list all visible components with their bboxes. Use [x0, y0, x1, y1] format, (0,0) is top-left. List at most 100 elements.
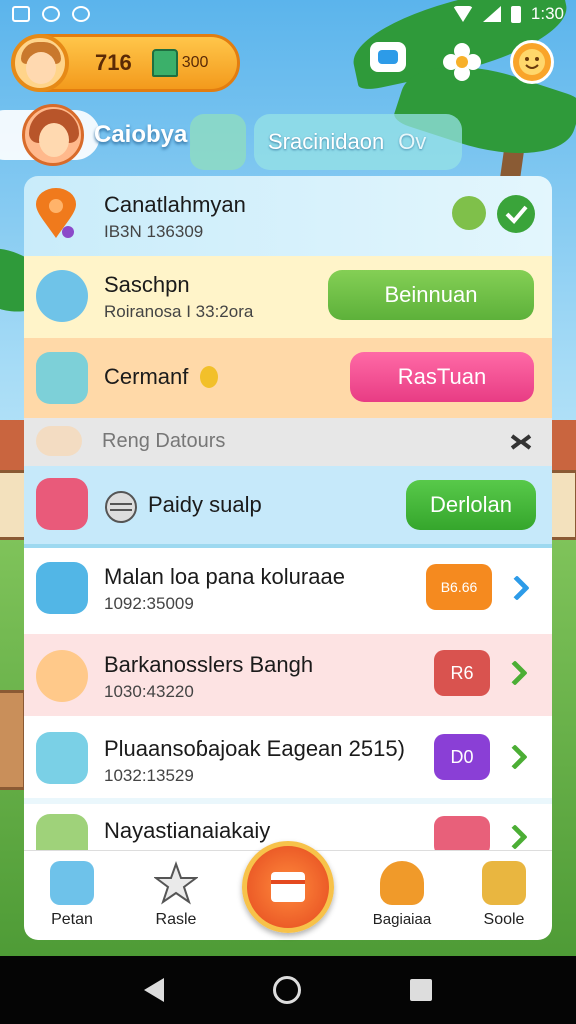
- system-nav-bar: [0, 956, 576, 1024]
- chat-icon: [378, 50, 398, 64]
- item-subtitle: IB3N 136309: [104, 222, 204, 241]
- settings-icon: [42, 6, 60, 22]
- house: [0, 690, 26, 790]
- playground-icon: [36, 732, 88, 784]
- item-title: Saschpn: [104, 272, 190, 297]
- chevron-right-icon[interactable]: [502, 824, 528, 850]
- list-item[interactable]: Malan loa pana koluraae 1092:35009 B6.66: [24, 548, 552, 628]
- gem-count: 300: [181, 54, 209, 71]
- bottom-nav: Petan Rasle Bagiaiaa Soole: [24, 841, 552, 940]
- nav-item-soole[interactable]: Soole: [464, 861, 544, 929]
- tab-button[interactable]: [190, 114, 246, 170]
- item-subtitle: 1030:43220: [104, 682, 194, 701]
- badge-label: R6: [450, 662, 474, 683]
- check-icon[interactable]: [496, 194, 536, 234]
- recent-apps-icon[interactable]: [409, 979, 432, 1001]
- item-title: Canatlahmyan: [104, 192, 246, 217]
- nav-item-rasle[interactable]: Rasle: [136, 861, 216, 929]
- nav-label: Rasle: [155, 911, 197, 928]
- currency-hud[interactable]: 716 300: [11, 34, 240, 92]
- nav-item-bagiaiaa[interactable]: Bagiaiaa: [362, 861, 442, 928]
- character-icon: [452, 196, 486, 230]
- flower-icon: [443, 43, 481, 81]
- price-badge[interactable]: R6: [434, 650, 490, 696]
- flower-button[interactable]: [442, 42, 482, 82]
- battery-icon: [510, 5, 521, 23]
- character-icon: [36, 650, 88, 702]
- game-icon: [36, 478, 88, 530]
- chevron-right-icon[interactable]: [502, 660, 528, 686]
- chevron-right-icon[interactable]: [504, 575, 530, 601]
- item-title: Nayastianaiakaiy: [104, 818, 271, 843]
- item-title: Barkanosslers Bangh: [104, 652, 314, 677]
- action-button[interactable]: Derlolan: [406, 480, 536, 530]
- character-icon: [36, 270, 88, 322]
- center-action-button[interactable]: [242, 841, 334, 933]
- heart-icon: [36, 562, 88, 614]
- back-icon[interactable]: [144, 978, 165, 1002]
- action-button[interactable]: RasTuan: [350, 352, 534, 402]
- item-title: Cermanf: [104, 364, 189, 389]
- character-icon: [380, 861, 424, 905]
- list-item[interactable]: Pluaansoɓajoak Eagean 2515) 1032:13529 D…: [24, 716, 552, 798]
- notification-icons: [12, 6, 90, 22]
- badge-icon: [200, 366, 218, 388]
- map-pin-icon: [36, 188, 76, 238]
- link-icon[interactable]: [508, 430, 534, 454]
- section-title: Reng Datours: [102, 430, 226, 452]
- price-badge[interactable]: B6.66: [426, 564, 492, 610]
- main-panel: Canatlahmyan IB3N 136309 Saschpn Roirano…: [24, 176, 552, 940]
- coin-count: 716: [95, 50, 132, 75]
- cloud-icon: [36, 426, 82, 456]
- item-title: Paidy sualp: [148, 492, 262, 517]
- nav-label: Bagiaiaa: [372, 911, 432, 928]
- search-extra: Ov: [398, 129, 427, 154]
- list-item[interactable]: Saschpn Roiranosa I 33:2ora Beinnuan: [24, 256, 552, 338]
- item-title: Pluaansoɓajoak Eagean 2515): [104, 736, 405, 761]
- list-item[interactable]: Canatlahmyan IB3N 136309: [24, 176, 552, 256]
- nav-item-petan[interactable]: Petan: [32, 861, 112, 929]
- list-item[interactable]: Cermanf RasTuan: [24, 338, 552, 418]
- price-badge[interactable]: D0: [434, 734, 490, 780]
- player-avatar[interactable]: [11, 34, 69, 92]
- item-subtitle: 1092:35009: [104, 594, 194, 613]
- badge-label: D0: [450, 746, 474, 767]
- profile-row: Caiobya: [22, 104, 187, 166]
- chat-button[interactable]: [370, 42, 406, 72]
- list-item[interactable]: Paidy sualp Derlolan: [24, 466, 552, 544]
- profile-button[interactable]: [510, 40, 554, 84]
- globe-icon: [105, 491, 137, 523]
- signal-icon: [482, 6, 501, 22]
- list-item[interactable]: Barkanosslers Bangh 1030:43220 R6: [24, 628, 552, 716]
- calendar-icon: [271, 872, 305, 902]
- profile-avatar[interactable]: [22, 104, 84, 166]
- profile-name: Caiobya: [94, 121, 188, 148]
- button-label: RasTuan: [397, 364, 487, 389]
- item-title: Malan loa pana koluraae: [104, 564, 345, 589]
- nav-label: Petan: [51, 911, 93, 928]
- badge-label: B6.66: [440, 579, 478, 595]
- button-label: Derlolan: [430, 492, 512, 517]
- search-text: Sracinidaon: [268, 129, 385, 154]
- smile-icon: [519, 49, 545, 75]
- item-subtitle: Roiranosa I 33:2ora: [104, 302, 254, 321]
- chevron-right-icon[interactable]: [502, 744, 528, 770]
- house-icon: [50, 861, 94, 905]
- castle-icon: [151, 49, 178, 77]
- bow-icon: [36, 352, 88, 404]
- star-icon: [154, 861, 198, 905]
- button-label: Beinnuan: [384, 282, 478, 307]
- home-icon[interactable]: [272, 976, 301, 1004]
- wifi-icon: [452, 6, 473, 22]
- nav-label: Soole: [483, 911, 525, 928]
- avatar-face: [39, 123, 69, 157]
- gift-icon: [482, 861, 526, 905]
- section-header: Reng Datours: [24, 418, 552, 466]
- search-bar[interactable]: Sracinidaon Ov: [254, 114, 462, 170]
- shield-icon: [72, 6, 90, 22]
- action-button[interactable]: Beinnuan: [328, 270, 534, 320]
- gallery-icon: [12, 6, 30, 22]
- avatar-face: [26, 52, 56, 84]
- status-time: 1:30: [530, 4, 564, 23]
- item-subtitle: 1032:13529: [104, 766, 194, 785]
